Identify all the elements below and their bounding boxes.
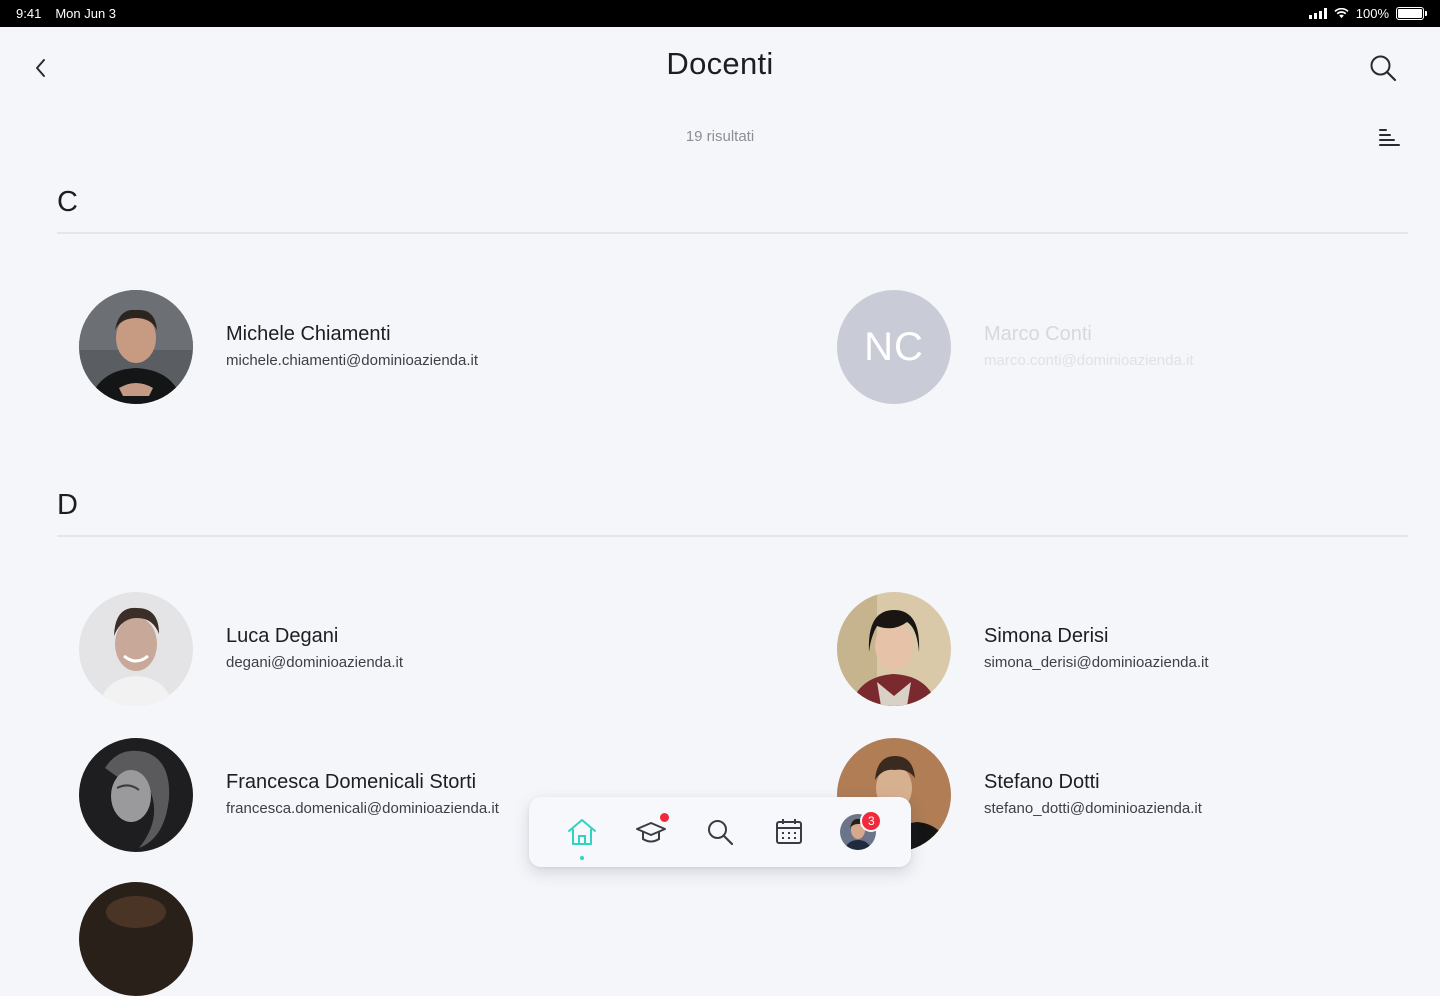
avatar bbox=[79, 738, 193, 852]
sort-icon bbox=[1379, 129, 1400, 146]
notification-badge: 3 bbox=[860, 810, 883, 832]
section-divider bbox=[57, 535, 1408, 537]
avatar bbox=[79, 592, 193, 706]
battery-percent: 100% bbox=[1355, 6, 1389, 21]
contact-name: Stefano Dotti bbox=[984, 770, 1100, 793]
search-icon bbox=[707, 820, 734, 846]
graduation-cap-icon bbox=[635, 822, 666, 843]
contact-email: marco.conti@dominioazienda.it bbox=[984, 351, 1194, 369]
contact-name: Michele Chiamenti bbox=[226, 322, 391, 345]
page-header: Docenti bbox=[0, 27, 1440, 107]
status-time: 9:41 bbox=[16, 6, 42, 21]
results-count: 19 risultati bbox=[685, 128, 755, 145]
signal-icon bbox=[1308, 8, 1327, 19]
calendar-icon bbox=[776, 819, 803, 844]
battery-icon bbox=[1396, 7, 1427, 20]
active-indicator bbox=[579, 856, 584, 860]
contact-email: francesca.domenicali@dominioazienda.it bbox=[226, 799, 499, 817]
status-bar: 9:41 Mon Jun 3 100% bbox=[0, 0, 1440, 27]
contact-email: degani@dominioazienda.it bbox=[226, 653, 404, 671]
page-title: Docenti bbox=[666, 46, 774, 81]
wifi-icon bbox=[1334, 8, 1349, 19]
status-date: Mon Jun 3 bbox=[55, 6, 117, 21]
avatar-initials: NC bbox=[837, 290, 951, 404]
nav-profile[interactable]: 3 bbox=[836, 810, 883, 854]
contact-item[interactable]: Luca Degani degani@dominioazienda.it bbox=[79, 591, 699, 707]
avatar bbox=[79, 882, 193, 996]
contact-item[interactable]: Michele Chiamenti michele.chiamenti@domi… bbox=[79, 289, 699, 405]
search-button[interactable] bbox=[1366, 51, 1400, 85]
contact-name: Simona Derisi bbox=[984, 624, 1109, 647]
contact-email: michele.chiamenti@dominioazienda.it bbox=[226, 351, 479, 369]
search-icon bbox=[1370, 55, 1397, 82]
home-icon bbox=[567, 819, 596, 845]
bottom-navigation: 3 bbox=[529, 797, 911, 867]
avatar bbox=[79, 290, 193, 404]
avatar bbox=[837, 592, 951, 706]
contact-name: Francesca Domenicali Storti bbox=[226, 770, 477, 793]
contact-email: stefano_dotti@dominioazienda.it bbox=[984, 799, 1202, 817]
contact-name: Marco Conti bbox=[984, 322, 1092, 345]
nav-search[interactable] bbox=[698, 810, 742, 854]
contact-item[interactable]: Stefano Dotti stefano_dotti@dominioazien… bbox=[837, 737, 1440, 853]
notification-dot bbox=[659, 813, 669, 822]
section-divider bbox=[57, 232, 1408, 234]
nav-courses[interactable] bbox=[629, 810, 673, 854]
contact-item[interactable]: NC Marco Conti marco.conti@dominioaziend… bbox=[837, 289, 1440, 405]
contact-email: simona_derisi@dominioazienda.it bbox=[984, 653, 1209, 671]
sort-button[interactable] bbox=[1376, 124, 1402, 150]
contact-name: Luca Degani bbox=[226, 624, 339, 647]
section-header-c: C bbox=[57, 186, 78, 218]
contact-item[interactable]: Simona Derisi simona_derisi@dominioazien… bbox=[837, 591, 1440, 707]
nav-home[interactable] bbox=[560, 810, 604, 860]
section-header-d: D bbox=[57, 489, 78, 521]
nav-calendar[interactable] bbox=[767, 810, 811, 854]
